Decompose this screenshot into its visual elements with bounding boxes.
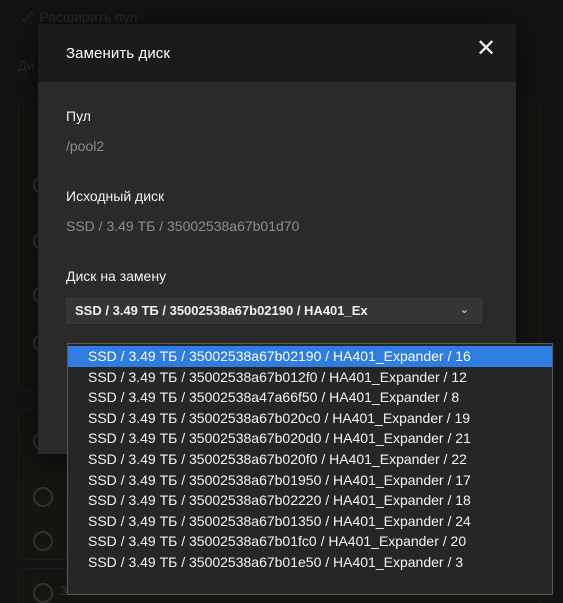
dropdown-option[interactable]: SSD / 3.49 ТБ / 35002538a67b01fc0 / HA40…	[68, 531, 552, 552]
replacement-disk-select[interactable]: SSD / 3.49 ТБ / 35002538a67b02190 / HA40…	[66, 298, 482, 324]
dropdown-option[interactable]: SSD / 3.49 ТБ / 35002538a67b01950 / HA40…	[68, 470, 552, 491]
pool-value: /pool2	[66, 138, 105, 154]
dropdown-option[interactable]: SSD / 3.49 ТБ / 35002538a67b012f0 / HA40…	[68, 367, 552, 388]
dropdown-option[interactable]: SSD / 3.49 ТБ / 35002538a67b01350 / HA40…	[68, 511, 552, 532]
dropdown-option[interactable]: SSD / 3.49 ТБ / 35002538a67b020d0 / HA40…	[68, 428, 552, 449]
chevron-down-icon: ⌄	[459, 304, 469, 316]
source-disk-value: SSD / 3.49 ТБ / 35002538a67b01d70	[66, 218, 300, 234]
dropdown-option[interactable]: SSD / 3.49 ТБ / 35002538a67b01e50 / HA40…	[68, 552, 552, 573]
modal-header: Заменить диск ✕	[38, 24, 516, 82]
dropdown-option[interactable]: SSD / 3.49 ТБ / 35002538a67b02220 / HA40…	[68, 490, 552, 511]
modal-title: Заменить диск	[66, 44, 171, 62]
replacement-disk-selected-value: SSD / 3.49 ТБ / 35002538a67b02190 / HA40…	[75, 303, 368, 318]
screen: ⤢ Расширить пул Ди 35002538a67b01800 Зам…	[0, 0, 563, 603]
close-icon[interactable]: ✕	[474, 37, 498, 61]
replacement-disk-label: Диск на замену	[66, 268, 167, 284]
replacement-disk-dropdown-list: SSD / 3.49 ТБ / 35002538a67b02190 / HA40…	[67, 343, 553, 595]
source-disk-label: Исходный диск	[66, 188, 165, 204]
dropdown-option[interactable]: SSD / 3.49 ТБ / 35002538a67b02190 / HA40…	[68, 346, 552, 367]
dropdown-option[interactable]: SSD / 3.49 ТБ / 35002538a67b020f0 / HA40…	[68, 449, 552, 470]
dropdown-option[interactable]: SSD / 3.49 ТБ / 35002538a47a66f50 / HA40…	[68, 387, 552, 408]
modal-body: Пул /pool2 Исходный диск SSD / 3.49 ТБ /…	[38, 82, 516, 324]
pool-label: Пул	[66, 108, 91, 124]
dropdown-option[interactable]: SSD / 3.49 ТБ / 35002538a67b020c0 / HA40…	[68, 408, 552, 429]
